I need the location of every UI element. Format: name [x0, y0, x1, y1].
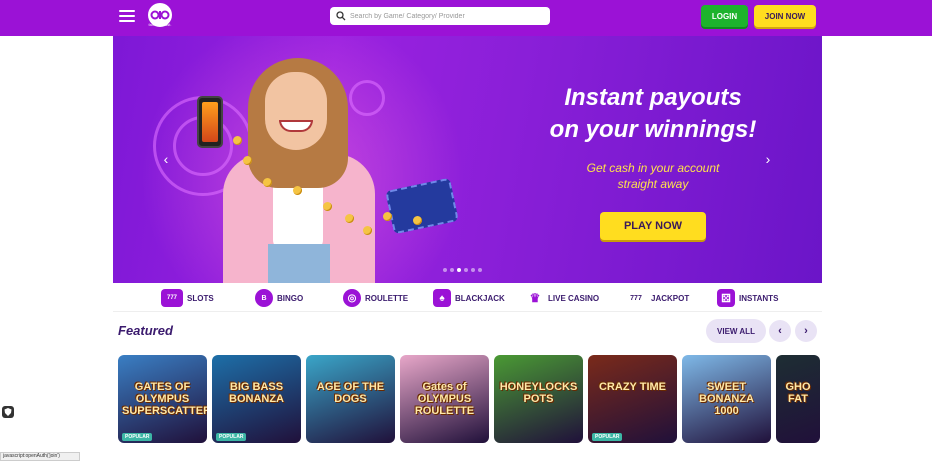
live-casino-icon: ♛	[529, 291, 541, 305]
game-title: HONEYLOCKS POTS	[499, 381, 578, 405]
blackjack-icon: ♠	[433, 289, 451, 307]
carousel-dots	[443, 268, 482, 272]
category-label: ROULETTE	[365, 293, 409, 303]
coin	[345, 214, 354, 223]
game-tile[interactable]: GHO FAT	[776, 355, 820, 443]
coin	[293, 186, 302, 195]
hero-subtitle-line1: Get cash in your account	[586, 161, 720, 175]
person-face	[265, 72, 327, 150]
search-input[interactable]	[350, 12, 540, 20]
browser-status-bar: javascript:openAuth('join')	[0, 452, 80, 461]
hero-subtitle-line2: straight away	[617, 177, 689, 191]
game-title: BIG BASS BONANZA	[229, 381, 284, 405]
phone-image	[197, 96, 223, 148]
hero-title: Instant payouts on your winnings!	[533, 82, 773, 146]
top-navigation-bar: fair. fun. fast. LOGIN JOIN NOW	[0, 0, 932, 36]
bingo-icon: B	[255, 289, 273, 307]
search-icon	[336, 11, 346, 21]
game-title: SWEET BONANZA 1000	[699, 381, 754, 417]
game-title: GATES OF OLYMPUS SUPERSCATTER	[122, 381, 207, 417]
carousel-dot[interactable]	[443, 268, 447, 272]
login-button[interactable]: LOGIN	[701, 5, 748, 27]
category-label: LIVE CASINO	[548, 293, 600, 303]
search-bar[interactable]	[330, 7, 550, 25]
category-roulette[interactable]: ◎ ROULETTE	[343, 288, 408, 308]
coin	[323, 202, 332, 211]
coin	[243, 156, 252, 165]
popular-badge: POPULAR	[216, 433, 247, 441]
category-jackpot[interactable]: 777 JACKPOT	[625, 288, 689, 308]
roulette-icon: ◎	[343, 289, 361, 307]
game-title: Gates of OLYMPUS ROULETTE	[414, 381, 475, 417]
category-label: BLACKJACK	[455, 293, 505, 303]
hero-subtitle: Get cash in your account straight away	[553, 160, 753, 192]
category-label: INSTANTS	[739, 293, 779, 303]
decorative-ring	[349, 80, 385, 116]
featured-next-button[interactable]: ›	[795, 320, 817, 342]
slots-icon: 777	[161, 289, 183, 307]
game-tile[interactable]: AGE OF THE DOGS	[306, 355, 395, 443]
category-instants[interactable]: ⚄ INSTANTS	[717, 288, 778, 308]
carousel-dot[interactable]	[450, 268, 454, 272]
category-bar: 777 SLOTS B BINGO ◎ ROULETTE ♠ BLACKJACK…	[113, 284, 822, 312]
coin	[263, 178, 272, 187]
game-tile[interactable]: CRAZY TIME POPULAR	[588, 355, 677, 443]
game-tile[interactable]: GATES OF OLYMPUS SUPERSCATTER POPULAR	[118, 355, 207, 443]
game-tile[interactable]: HONEYLOCKS POTS	[494, 355, 583, 443]
hero-title-line2: on your winnings!	[549, 116, 757, 143]
carousel-dot[interactable]	[471, 268, 475, 272]
category-slots[interactable]: 777 SLOTS	[161, 288, 214, 308]
game-tile[interactable]: Gates of OLYMPUS ROULETTE	[400, 355, 489, 443]
hamburger-icon[interactable]	[119, 10, 135, 24]
carousel-dot-active[interactable]	[457, 268, 461, 272]
popular-badge: POPULAR	[592, 433, 623, 441]
category-blackjack[interactable]: ♠ BLACKJACK	[433, 288, 505, 308]
coin	[363, 226, 372, 235]
game-tile[interactable]: SWEET BONANZA 1000	[682, 355, 771, 443]
chevron-left-icon[interactable]: ‹	[159, 151, 173, 169]
category-label: SLOTS	[187, 293, 214, 303]
jackpot-icon: 777	[630, 294, 642, 302]
hero-banner[interactable]: Instant payouts on your winnings! Get ca…	[113, 36, 822, 283]
person-jeans	[268, 244, 330, 283]
logo-tagline: fair. fun. fast.	[148, 22, 172, 27]
hero-title-line1: Instant payouts	[564, 84, 742, 111]
join-now-button[interactable]: JOIN NOW	[754, 5, 816, 27]
popular-badge: POPULAR	[122, 433, 153, 441]
coin	[383, 212, 392, 221]
category-bingo[interactable]: B BINGO	[255, 288, 303, 308]
game-tile[interactable]: BIG BASS BONANZA POPULAR	[212, 355, 301, 443]
game-title: GHO FAT	[785, 381, 811, 405]
chevron-right-icon[interactable]: ›	[761, 151, 775, 169]
featured-section-title: Featured	[118, 323, 173, 338]
game-title: CRAZY TIME	[598, 381, 667, 393]
category-live-casino[interactable]: ♛ LIVE CASINO	[526, 288, 600, 308]
category-label: BINGO	[277, 293, 304, 303]
category-label: JACKPOT	[651, 293, 690, 303]
coin	[233, 136, 242, 145]
ojo-logo[interactable]	[145, 2, 175, 32]
coin	[413, 216, 422, 225]
view-all-button[interactable]: VIEW ALL	[706, 319, 766, 343]
shield-icon[interactable]	[2, 406, 14, 418]
featured-prev-button[interactable]: ‹	[769, 320, 791, 342]
carousel-dot[interactable]	[478, 268, 482, 272]
carousel-dot[interactable]	[464, 268, 468, 272]
play-now-button[interactable]: PLAY NOW	[600, 212, 706, 240]
instants-icon: ⚄	[717, 289, 735, 307]
game-title: AGE OF THE DOGS	[316, 381, 385, 405]
